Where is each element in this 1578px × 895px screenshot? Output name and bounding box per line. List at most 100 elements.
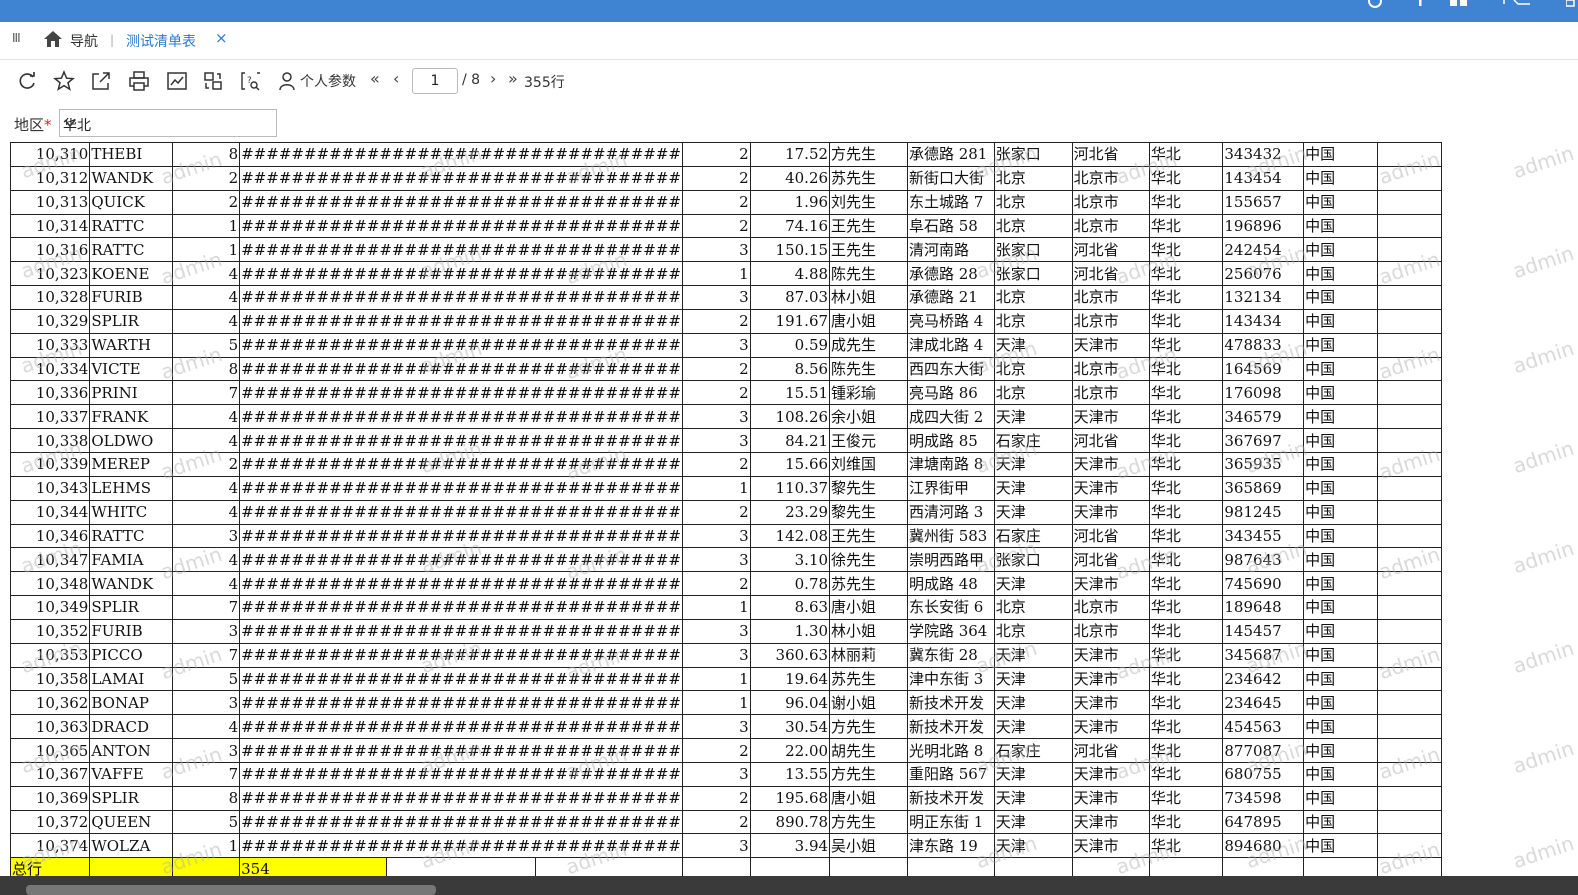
table-cell: 1 [682, 475, 751, 501]
table-cell: 87.03 [749, 285, 831, 310]
first-page-icon[interactable]: « [370, 69, 380, 88]
prev-page-icon[interactable]: ‹ [393, 69, 399, 88]
menu-toggle-icon[interactable]: III [12, 31, 21, 45]
search-icon[interactable] [1366, 0, 1386, 12]
table-cell [749, 857, 831, 876]
table-cell: 津塘南路 8 [906, 451, 995, 477]
table-cell: 10,367 [10, 761, 91, 787]
table-cell: 谢小姐 [829, 690, 908, 716]
export-icon[interactable] [90, 70, 112, 92]
user-params-icon[interactable] [278, 70, 300, 92]
nav-link[interactable]: 导航 [70, 31, 98, 51]
table-cell [906, 857, 995, 876]
table-cell: 王先生 [829, 523, 908, 549]
plus-icon[interactable] [1414, 0, 1426, 12]
table-cell: 天津 [993, 761, 1073, 787]
table-cell: 西四东大街 [906, 356, 995, 382]
table-cell: 方先生 [829, 142, 908, 167]
table-cell: 新技术开发 [906, 785, 995, 811]
grid-icon[interactable] [1450, 0, 1468, 12]
region-select[interactable]: 华北 [59, 109, 277, 137]
table-row: 10,362 BONAP 3 ############################… [10, 690, 1442, 716]
table-cell [1376, 475, 1442, 501]
table-cell: 北京 [993, 356, 1073, 382]
table-cell: 10,352 [10, 618, 91, 644]
table-cell: 191.67 [749, 308, 831, 334]
table-row: 10,316 RATTC 1 ############################… [10, 237, 1442, 263]
table-cell: 4 [172, 404, 241, 430]
home-icon[interactable] [42, 29, 64, 49]
required-marker: * [44, 116, 52, 134]
table-cell: 林小姐 [829, 618, 908, 644]
table-cell: 河北省 [1071, 738, 1150, 763]
table-cell [1376, 857, 1442, 876]
table-cell: 华北 [1148, 523, 1224, 549]
table-cell: ################################### [239, 451, 684, 477]
horizontal-scrollbar[interactable] [0, 876, 1578, 895]
table-cell: 学院路 364 [906, 618, 995, 644]
table-cell: 江界街甲 [906, 475, 995, 501]
table-row: 10,312 WANDK 2 ############################… [10, 165, 1442, 191]
refresh-icon[interactable] [16, 70, 38, 92]
table-cell [1376, 404, 1442, 430]
table-cell: 华北 [1148, 356, 1224, 382]
print-icon[interactable] [128, 70, 150, 92]
app-top-bar [0, 0, 1578, 22]
table-cell: 10,362 [10, 690, 91, 716]
table-cell: 13.55 [749, 761, 831, 787]
table-cell: 陈先生 [829, 261, 908, 287]
chart-icon[interactable] [166, 70, 188, 92]
table-cell: 王先生 [829, 237, 908, 263]
last-page-icon[interactable]: » [508, 69, 518, 88]
table-cell: 中国 [1303, 714, 1378, 740]
watermark-text: admin [1509, 635, 1577, 679]
table-cell: 明成路 48 [906, 571, 995, 597]
table-cell: 承德路 21 [906, 285, 995, 310]
table-cell [1376, 165, 1442, 191]
user-params-button[interactable]: 个人参数 [300, 71, 356, 91]
star-icon[interactable] [53, 70, 75, 92]
table-cell: 367697 [1222, 428, 1305, 453]
table-cell: 10,344 [10, 499, 91, 525]
table-cell: 365935 [1222, 451, 1305, 477]
table-cell: 5 [172, 332, 241, 358]
table-cell: 3 [172, 690, 241, 716]
table-cell: 2 [682, 308, 751, 334]
scrollbar-thumb[interactable] [26, 885, 436, 895]
table-row: 10,329 SPLIR 4 ############################… [10, 308, 1442, 334]
table-cell: 东土城路 7 [906, 189, 995, 215]
table-cell: ################################### [239, 666, 684, 692]
table-cell: 3 [172, 618, 241, 644]
table-cell: 河北省 [1071, 261, 1150, 287]
chevron-down-icon [63, 116, 77, 130]
table-cell: RATTC [89, 523, 174, 549]
user-menu-icon[interactable] [1500, 0, 1534, 12]
table-cell: 北京 [993, 189, 1073, 215]
table-cell: 中国 [1303, 642, 1378, 668]
table-cell: ################################### [239, 189, 684, 215]
table-cell: PICCO [89, 642, 174, 668]
next-page-icon[interactable]: › [490, 69, 496, 88]
search-preview-icon[interactable]: ? [240, 70, 262, 92]
table-cell: FRANK [89, 404, 174, 430]
table-cell: 方先生 [829, 809, 908, 835]
close-tab-icon[interactable]: × [215, 29, 228, 47]
table-cell: 176098 [1222, 380, 1305, 406]
tab-test-list[interactable]: 测试清单表 [126, 31, 196, 51]
table-cell: 华北 [1148, 404, 1224, 430]
table-cell: 北京 [993, 213, 1073, 239]
window-icon[interactable] [1565, 0, 1576, 12]
table-cell: 天津 [993, 714, 1073, 740]
switch-icon[interactable] [202, 70, 224, 92]
table-cell: 余小姐 [829, 404, 908, 430]
table-cell [1376, 499, 1442, 525]
table-cell: 成四大街 2 [906, 404, 995, 430]
table-cell: 22.00 [749, 738, 831, 763]
table-cell: 3 [682, 714, 751, 740]
table-cell: 中国 [1303, 285, 1378, 310]
table-cell: 2 [682, 189, 751, 215]
table-cell: 陈先生 [829, 356, 908, 382]
table-cell: 北京 [993, 308, 1073, 334]
report-grid: 10,310 THEBI 8 ############################… [10, 142, 1442, 876]
page-number-input[interactable] [412, 68, 458, 94]
